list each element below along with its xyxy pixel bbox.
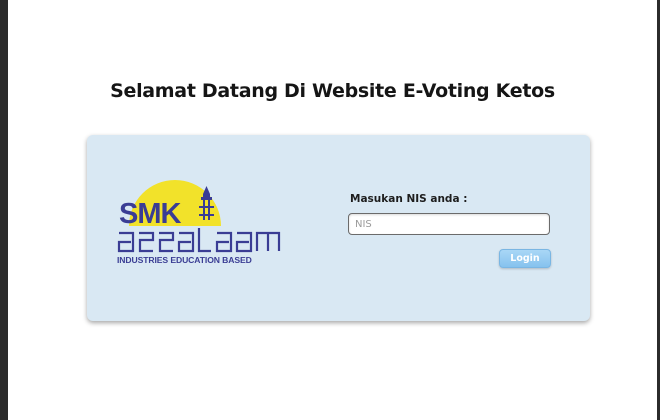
login-card: SMK INDUSTRIES EDUCATION BASED Masukan N… (87, 135, 590, 321)
logo-name-lettering (117, 228, 281, 253)
page-title: Selamat Datang Di Website E-Voting Ketos (110, 80, 555, 102)
logo-caption: INDUSTRIES EDUCATION BASED (117, 255, 252, 265)
login-button[interactable]: Login (499, 249, 551, 268)
page: Selamat Datang Di Website E-Voting Ketos… (8, 0, 657, 420)
window-left-border (0, 0, 8, 420)
nis-label: Masukan NIS anda : (350, 193, 468, 205)
nis-input[interactable] (348, 213, 550, 235)
logo-brand-text: SMK (119, 198, 182, 230)
